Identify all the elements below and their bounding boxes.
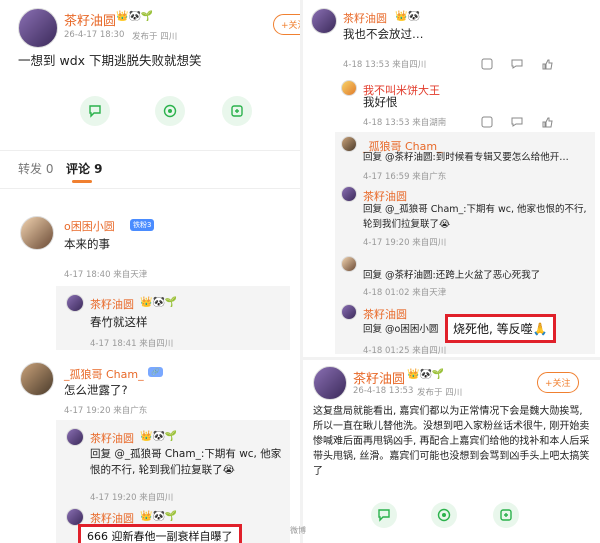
reply-avatar[interactable] <box>341 136 357 152</box>
reply-body: 春竹就这样 <box>90 315 148 329</box>
share-icon <box>500 509 512 521</box>
comment-meta: 4-18 13:53 来自四川 <box>343 60 427 70</box>
comment-author[interactable]: _孤狼哥 Cham_ <box>64 366 144 382</box>
comment-body: 怎么泄露了? <box>64 383 128 397</box>
reply-author-emojis: 👑🐼🌱 <box>140 297 178 308</box>
chat-icon <box>89 105 101 118</box>
like-icon[interactable] <box>541 116 553 128</box>
comment-meta: 4-17 19:20 来自广东 <box>64 406 148 416</box>
reply-meta: 4-17 18:41 来自四川 <box>90 339 174 349</box>
reply-meta: 4-17 19:20 来自四川 <box>90 493 174 503</box>
tab-comment[interactable]: 评论 9 <box>66 160 103 177</box>
comment-avatar[interactable] <box>311 8 337 34</box>
tabs-bottom-divider <box>0 188 300 189</box>
share-button[interactable] <box>493 502 519 528</box>
watermark: 微博 <box>290 526 306 535</box>
reply-meta: 4-18 01:25 来自四川 <box>363 346 447 356</box>
comment-avatar[interactable] <box>20 362 54 396</box>
share-icon <box>231 105 243 117</box>
reply-author[interactable]: 茶籽油圆 <box>90 296 134 312</box>
reply-meta: 4-18 13:53 来自湖南 <box>363 118 447 128</box>
shutter-icon <box>163 104 177 118</box>
share-icon[interactable] <box>481 116 493 128</box>
post-body: 这复盘局就能看出, 嘉宾们都以为正常情况下会是魏大勋挨骂, 所以一直在瞅儿替他洗… <box>313 406 590 477</box>
post-author-emojis: 👑🐼🌱 <box>407 369 445 380</box>
left-screenshot-panel: 茶籽油圆 👑🐼🌱 26-4-17 18:30 发布于 四川 +关注 一想到 wd… <box>0 0 300 543</box>
reply-avatar[interactable] <box>66 428 84 446</box>
right-top-screenshot-panel: 茶籽油圆 👑🐼 我也不会放过… 4-18 13:53 来自四川 我不叫米饼大王 … <box>303 0 600 357</box>
post-source: 发布于 四川 <box>132 32 178 42</box>
link-badge: 🔗 <box>148 367 163 377</box>
post-author-emojis: 👑🐼🌱 <box>116 11 154 22</box>
comment-button[interactable] <box>155 96 185 126</box>
reply-author-emojis: 👑🐼🌱 <box>140 431 178 442</box>
post-source: 发布于 四川 <box>417 388 463 398</box>
post-author-avatar[interactable] <box>18 8 58 48</box>
reply-author-emojis: 👑🐼🌱 <box>140 511 178 522</box>
comment-author-emojis: 👑🐼 <box>395 11 420 22</box>
tab-forward[interactable]: 转发 0 <box>18 160 53 177</box>
reply-body: 回复 @茶籽油圆:到时候看专辑又要怎么给他开… <box>363 152 569 163</box>
comment-author[interactable]: o困困小圆 <box>64 218 115 234</box>
action-icons <box>481 58 553 70</box>
reply-avatar[interactable] <box>66 294 84 312</box>
reply-meta: 4-17 19:20 来自四川 <box>363 238 447 248</box>
comment-icon[interactable] <box>511 116 523 128</box>
comment-button[interactable] <box>431 502 457 528</box>
post-date: 26-4-18 13:53 <box>353 386 414 396</box>
reply-avatar[interactable] <box>341 256 357 272</box>
reply-meta: 4-17 16:59 来自广东 <box>363 172 447 182</box>
reply-prefix: 回复 @o困困小圆 <box>363 324 439 335</box>
follow-button[interactable]: +关注 <box>273 14 300 35</box>
reply-avatar[interactable] <box>341 304 357 320</box>
tab-active-indicator <box>72 180 92 183</box>
tabs-divider <box>0 150 300 151</box>
reply-avatar[interactable] <box>341 186 357 202</box>
forward-button[interactable] <box>371 502 397 528</box>
share-icon[interactable] <box>481 58 493 70</box>
action-icons <box>481 116 553 128</box>
shutter-icon <box>437 508 451 522</box>
comment-author[interactable]: 茶籽油圆 <box>343 10 387 26</box>
post-author-avatar[interactable] <box>313 366 347 400</box>
reply-author[interactable]: 茶籽油圆 <box>363 306 407 322</box>
share-button[interactable] <box>222 96 252 126</box>
reply-body: 回复 @_孤狼哥 Cham_:下期有 wc, 他家也恨的不行, 轮到我们拉复联了… <box>363 204 587 230</box>
reply-body: 回复 @_孤狼哥 Cham_:下期有 wc, 他家恨的不行, 轮到我们拉复联了😭 <box>90 448 282 476</box>
comment-icon[interactable] <box>511 58 523 70</box>
chat-icon <box>378 509 390 522</box>
like-icon[interactable] <box>541 58 553 70</box>
post-author-name[interactable]: 茶籽油圆 <box>353 368 405 387</box>
post-body: 一想到 wdx 下期逃脱失败就想笑 <box>18 53 202 68</box>
comment-avatar[interactable] <box>20 216 54 250</box>
right-bottom-screenshot-panel: 茶籽油圆 👑🐼🌱 26-4-18 13:53 发布于 四川 +关注 这复盘局就能… <box>303 360 600 543</box>
highlighted-reply: 666 迎新春他一副衰样自曝了 <box>78 524 242 543</box>
reply-body: 我好恨 <box>363 95 398 109</box>
post-date: 26-4-17 18:30 <box>64 30 125 40</box>
reply-author[interactable]: 茶籽油圆 <box>90 430 134 446</box>
reply-meta: 4-18 01:02 来自天津 <box>363 288 447 298</box>
comment-body: 本来的事 <box>64 237 110 251</box>
fan-badge: 铁粉3 <box>130 219 155 231</box>
reply-avatar[interactable] <box>341 80 357 96</box>
post-author-name[interactable]: 茶籽油圆 <box>64 10 116 29</box>
comment-body: 我也不会放过… <box>343 27 424 41</box>
comment-meta: 4-17 18:40 来自天津 <box>64 270 148 280</box>
forward-button[interactable] <box>80 96 110 126</box>
follow-button[interactable]: +关注 <box>537 372 579 393</box>
reply-body: 回复 @茶籽油圆:还跨上火盆了恶心死我了 <box>363 270 541 281</box>
highlighted-reply: 烧死他, 等反噬🙏 <box>445 314 556 343</box>
